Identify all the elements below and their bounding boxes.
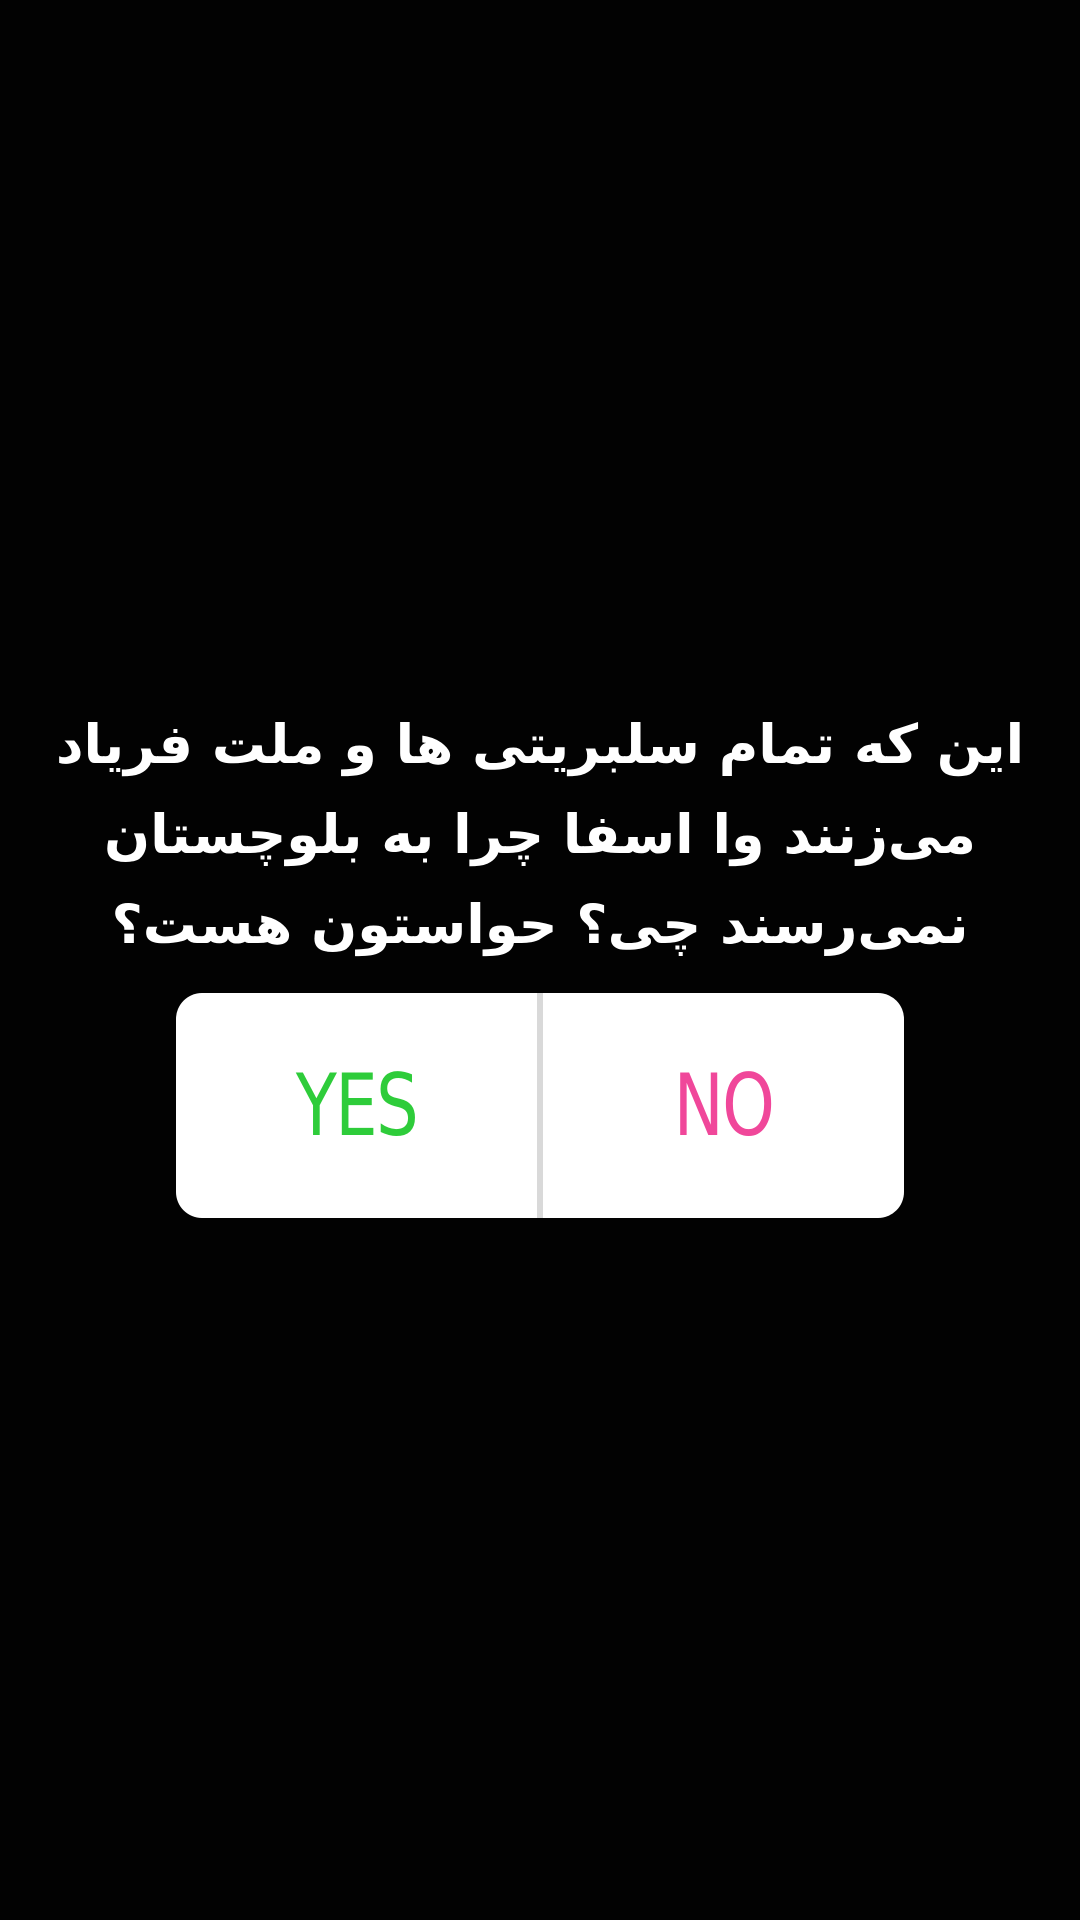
poll-option-no-button[interactable]: NO (583, 993, 865, 1218)
poll-sticker: YES NO (176, 993, 904, 1218)
question-line-3: نمی‌رسند چی؟ حواستون هست؟ (111, 893, 969, 956)
question-line-1: این که تمام سلبریتی ها و ملت فریاد (55, 713, 1025, 776)
poll-option-yes-button[interactable]: YES (216, 993, 498, 1218)
question-line-2: می‌زنند وا اسفا چرا به بلوچستان (104, 803, 976, 866)
question-sticker-text: این که تمام سلبریتی ها و ملت فریاد می‌زن… (40, 700, 1040, 970)
poll-divider (537, 993, 543, 1218)
